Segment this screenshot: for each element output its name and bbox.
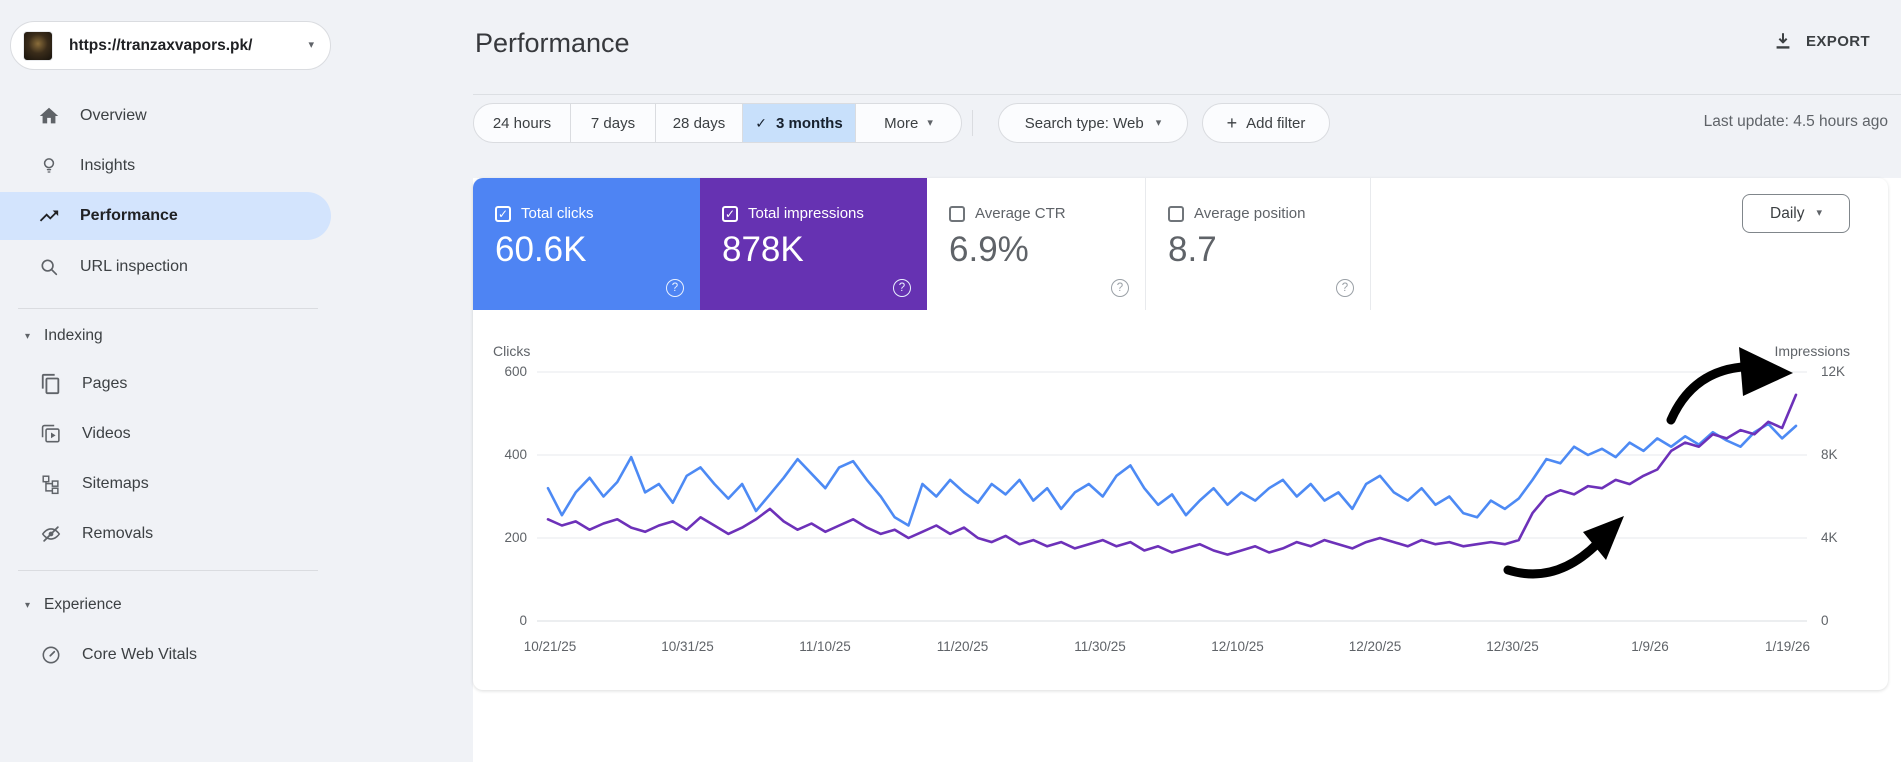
- sidebar-item-videos[interactable]: Videos: [0, 410, 331, 458]
- range-3-months[interactable]: ✓ 3 months: [743, 104, 856, 142]
- home-icon: [39, 107, 59, 124]
- chevron-down-icon: ▾: [1155, 116, 1162, 129]
- series-line-clicks: [546, 422, 1798, 527]
- caret-down-icon: ▾: [25, 330, 31, 342]
- add-filter-label: Add filter: [1246, 114, 1306, 132]
- gauge-icon: [42, 646, 60, 664]
- search-icon: [41, 259, 58, 276]
- sidebar-item-label: Removals: [82, 525, 154, 542]
- sidebar-item-core-web-vitals[interactable]: Core Web Vitals: [0, 631, 331, 679]
- sidebar-item-label: Insights: [80, 157, 136, 174]
- sidebar-item-sitemaps[interactable]: Sitemaps: [0, 460, 331, 508]
- sidebar-section-label: Indexing: [44, 327, 103, 344]
- search-type-filter[interactable]: Search type: Web ▾: [998, 103, 1188, 143]
- chevron-down-icon: ▾: [308, 39, 314, 51]
- page-title: Performance: [475, 28, 630, 58]
- download-icon: [1776, 33, 1790, 49]
- sidebar-item-performance[interactable]: Performance: [0, 192, 331, 240]
- search-type-label: Search type: Web: [1024, 114, 1144, 132]
- sidebar-item-label: Performance: [80, 207, 178, 224]
- check-icon: ✓: [755, 114, 768, 131]
- sidebar-item-url-inspection[interactable]: URL inspection: [0, 243, 331, 291]
- range-7-days[interactable]: 7 days: [571, 104, 656, 142]
- sidebar-item-label: Overview: [80, 107, 147, 124]
- sidebar-divider: [18, 308, 318, 309]
- site-favicon: [23, 30, 53, 61]
- sidebar-item-label: URL inspection: [80, 258, 188, 275]
- export-label: EXPORT: [1806, 32, 1871, 50]
- sidebar-item-insights[interactable]: Insights: [0, 142, 331, 190]
- pages-icon: [41, 373, 60, 395]
- range-24-hours[interactable]: 24 hours: [474, 104, 571, 142]
- caret-down-icon: ▾: [25, 599, 31, 611]
- trending-up-icon: [39, 210, 59, 222]
- sidebar-item-label: Core Web Vitals: [82, 646, 198, 663]
- lightbulb-icon: [43, 158, 55, 173]
- sidebar-item-label: Pages: [82, 375, 128, 392]
- date-range-group: 24 hours 7 days 28 days ✓ 3 months More ▾: [473, 103, 962, 143]
- sidebar-section-label: Experience: [44, 596, 122, 613]
- performance-chart: [537, 347, 1807, 622]
- header-divider: [473, 94, 1901, 95]
- sidebar-item-label: Sitemaps: [82, 475, 149, 492]
- sidebar-section-indexing[interactable]: ▾ Indexing: [0, 316, 331, 356]
- property-url: https://tranzaxvapors.pk/: [69, 36, 253, 54]
- sitemap-icon: [42, 475, 59, 495]
- add-filter-button[interactable]: + Add filter: [1202, 103, 1330, 143]
- range-more-dropdown[interactable]: More ▾: [856, 104, 961, 142]
- filter-divider: [972, 110, 973, 136]
- range-28-days[interactable]: 28 days: [656, 104, 743, 142]
- eye-off-icon: [41, 526, 61, 542]
- annotation-arrow-top: [1666, 347, 1793, 425]
- property-selector[interactable]: https://tranzaxvapors.pk/ ▾: [10, 21, 331, 70]
- sidebar-item-label: Videos: [82, 425, 131, 442]
- video-icon: [41, 424, 60, 443]
- sidebar-item-overview[interactable]: Overview: [0, 92, 331, 140]
- sidebar-section-experience[interactable]: ▾ Experience: [0, 585, 331, 625]
- sidebar-divider: [18, 570, 318, 571]
- chevron-down-icon: ▾: [927, 116, 933, 129]
- last-update-text: Last update: 4.5 hours ago: [1703, 113, 1888, 130]
- export-button[interactable]: EXPORT: [1772, 30, 1870, 52]
- sidebar-item-removals[interactable]: Removals: [0, 510, 331, 558]
- sidebar-item-pages[interactable]: Pages: [0, 360, 331, 408]
- plus-icon: +: [1226, 112, 1238, 133]
